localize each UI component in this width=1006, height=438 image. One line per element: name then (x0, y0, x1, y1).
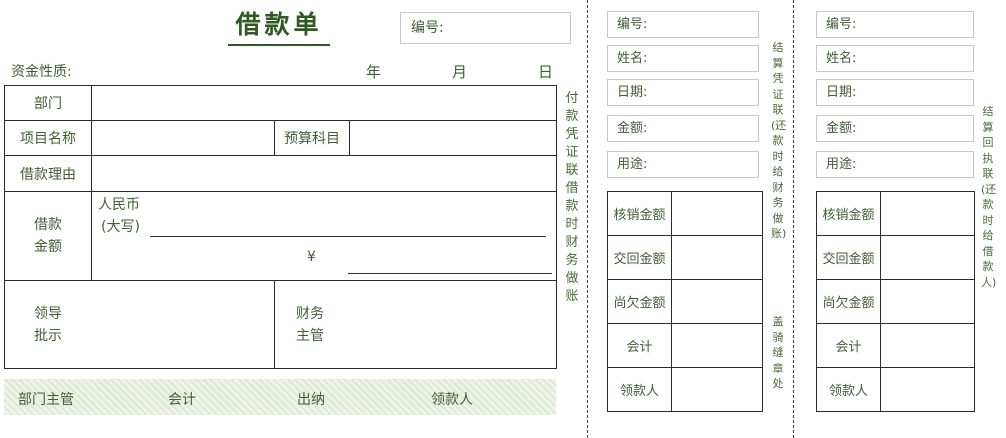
budget-subject-field[interactable] (348, 120, 558, 156)
stub1-accountant-label: 会计 (607, 323, 672, 368)
stub2-outstanding-label: 尚欠金额 (816, 279, 881, 324)
dept-head-sign-label: 部门主管 (18, 392, 74, 408)
stub2-accountant-label: 会计 (816, 323, 881, 368)
signature-footer-bar (4, 379, 556, 415)
stub1-writeoff-label: 核销金额 (607, 191, 672, 236)
finance-supervisor-line2: 主管 (296, 328, 324, 344)
stub1-settlement-table: 核销金额 交回金额 尚欠金额 会计 领款人 (607, 191, 763, 412)
loan-amount-field[interactable]: 人民币 (大写) ¥ (90, 191, 558, 281)
stub1-name-field[interactable]: 姓名: (607, 45, 759, 72)
loan-form-table: 部门 项目名称 预算科目 借款理由 借款 金额 人民币 (大写) ¥ 领导 批示 (4, 85, 558, 369)
perforation-line-2 (793, 0, 794, 438)
stub2-serial-field[interactable]: 编号: (816, 11, 974, 38)
stub2-returned-field[interactable] (880, 235, 975, 280)
leader-approval-line2: 批示 (34, 328, 62, 344)
stub2-receiver-field[interactable] (880, 367, 975, 412)
leader-approval-line1: 领导 (34, 306, 62, 322)
stub1-receiver-label: 领款人 (607, 367, 672, 412)
serial-number-field[interactable]: 编号: (400, 12, 571, 44)
loan-amount-label-line2: 金额 (34, 239, 62, 255)
settlement-receipt-side-label: 结算回执联(还款时给借款人) (981, 105, 997, 289)
loan-amount-label: 借款 金额 (4, 191, 92, 281)
stub1-serial-field[interactable]: 编号: (607, 11, 759, 38)
project-name-label: 项目名称 (4, 120, 92, 156)
loan-amount-label-line1: 借款 (34, 217, 62, 233)
stub2-accountant-field[interactable] (880, 323, 975, 368)
stub1-receiver-field[interactable] (671, 367, 763, 412)
cashier-sign-label: 出纳 (297, 392, 325, 408)
stub1-returned-label: 交回金额 (607, 235, 672, 280)
receiver-sign-label: 领款人 (431, 392, 473, 408)
day-label: 日 (538, 63, 554, 81)
stub2-date-field[interactable]: 日期: (816, 79, 974, 106)
reason-label: 借款理由 (4, 155, 92, 192)
finance-supervisor-line1: 财务 (296, 306, 324, 322)
numeric-amount-line[interactable] (348, 273, 552, 274)
project-name-field[interactable] (91, 120, 275, 156)
leader-approval-label: 领导 批示 (34, 303, 62, 347)
yen-symbol: ¥ (307, 249, 316, 265)
capital-amount-label: (大写) (101, 219, 140, 235)
stub2-writeoff-label: 核销金额 (816, 191, 881, 236)
stub2-settlement-table: 核销金额 交回金额 尚欠金额 会计 领款人 (816, 191, 975, 412)
form-title: 借款单 (228, 8, 330, 46)
finance-supervisor-cell[interactable]: 财务 主管 (273, 280, 558, 369)
stub1-outstanding-label: 尚欠金额 (607, 279, 672, 324)
stub1-outstanding-field[interactable] (671, 279, 763, 324)
stub1-amount-field[interactable]: 金额: (607, 115, 759, 142)
stub1-purpose-field[interactable]: 用途: (607, 151, 759, 178)
budget-subject-label: 预算科目 (274, 120, 350, 156)
stub1-date-field[interactable]: 日期: (607, 79, 759, 106)
reason-field[interactable] (90, 155, 558, 192)
capital-amount-line[interactable] (150, 236, 546, 237)
accountant-sign-label: 会计 (168, 392, 196, 408)
settlement-voucher-side-label: 结算凭证联(还款时给财务做账) (771, 41, 787, 240)
fund-nature-label: 资金性质: (11, 64, 72, 80)
department-field[interactable] (90, 85, 558, 121)
stub2-returned-label: 交回金额 (816, 235, 881, 280)
year-label: 年 (366, 63, 382, 81)
stub1-returned-field[interactable] (671, 235, 763, 280)
rmb-label: 人民币 (98, 197, 140, 213)
stub2-outstanding-field[interactable] (880, 279, 975, 324)
department-label: 部门 (4, 85, 92, 121)
stub2-receiver-label: 领款人 (816, 367, 881, 412)
stub2-amount-field[interactable]: 金额: (816, 115, 974, 142)
stub1-writeoff-field[interactable] (671, 191, 763, 236)
stub2-writeoff-field[interactable] (880, 191, 975, 236)
stub2-purpose-field[interactable]: 用途: (816, 151, 974, 178)
perforation-line-1 (587, 0, 588, 438)
leader-approval-cell[interactable]: 领导 批示 (4, 280, 275, 369)
month-label: 月 (452, 63, 468, 81)
stub2-name-field[interactable]: 姓名: (816, 45, 974, 72)
finance-supervisor-label: 财务 主管 (296, 303, 324, 347)
payment-voucher-side-label: 付款凭证联借款时财务做账 (565, 91, 579, 304)
seal-area-label: 盖骑缝章处 (772, 315, 784, 390)
stub1-accountant-field[interactable] (671, 323, 763, 368)
